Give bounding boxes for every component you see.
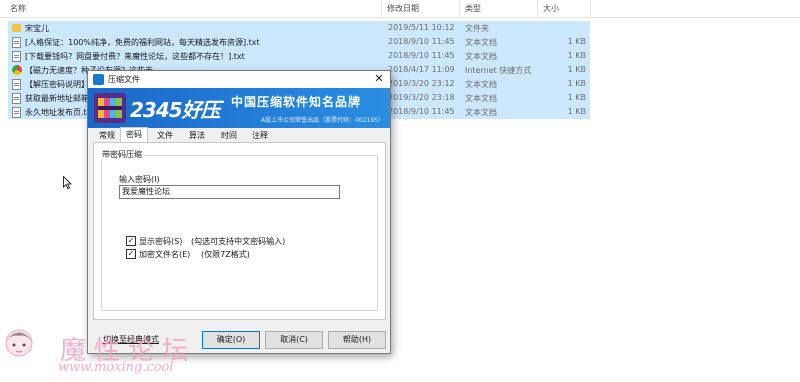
- column-name[interactable]: 名称: [10, 3, 26, 14]
- file-type: 文本文档: [465, 38, 497, 47]
- close-icon[interactable]: ✕: [372, 72, 386, 86]
- file-type: 文本文档: [465, 108, 497, 117]
- show-password-label[interactable]: 显示密码(S): [139, 236, 182, 247]
- text-file-icon: [12, 79, 21, 90]
- banner-subtitle: A股上市公司荣誉出品（股票代码：002195）: [260, 117, 384, 124]
- internet-shortcut-icon: [12, 65, 22, 75]
- dialog-title: 压缩文件: [108, 75, 140, 84]
- encrypt-filenames-checkbox[interactable]: ✓: [126, 249, 136, 259]
- show-password-hint: (勾选可支持中文密码输入): [191, 237, 286, 246]
- zip-logo-icon: [94, 93, 126, 123]
- text-file-icon: [12, 51, 21, 62]
- file-type: 文本文档: [465, 94, 497, 103]
- file-size: 1 KB: [567, 93, 586, 102]
- column-header: 名称 修改日期 类型 大小: [0, 0, 800, 18]
- text-file-icon: [12, 37, 21, 48]
- file-date: 2018/9/10 11:45: [388, 107, 455, 116]
- column-size[interactable]: 大小: [543, 3, 559, 14]
- encrypt-filenames-label[interactable]: 加密文件名(E): [139, 249, 190, 260]
- file-size: 1 KB: [567, 51, 586, 60]
- cancel-button[interactable]: 取消(C): [265, 331, 323, 349]
- file-name: [下载要钱吗？网盘要付费？来魔性论坛，这些都不存在！].txt: [25, 52, 245, 61]
- banner-slogan: 中国压缩软件知名品牌: [231, 95, 362, 109]
- file-size: 1 KB: [567, 107, 586, 116]
- ok-button[interactable]: 确定(O): [202, 331, 260, 349]
- file-date: 2018/4/17 11:09: [388, 65, 455, 74]
- encrypt-filenames-hint: (仅限7Z格式): [201, 250, 250, 259]
- show-password-checkbox[interactable]: ✓: [126, 236, 136, 246]
- banner-brand: 2345好压: [130, 98, 221, 122]
- dialog-titlebar[interactable]: 压缩文件 ✕: [88, 71, 390, 88]
- text-file-icon: [12, 93, 21, 104]
- column-divider[interactable]: [459, 0, 460, 17]
- folder-icon: [12, 24, 21, 32]
- file-name: 永久地址发布页.txt: [25, 108, 95, 117]
- column-date[interactable]: 修改日期: [387, 3, 419, 14]
- text-file-icon: [12, 107, 21, 118]
- column-type[interactable]: 类型: [465, 3, 481, 14]
- file-name: 宋宝儿: [25, 24, 49, 33]
- mascot-watermark-icon: [5, 329, 33, 357]
- file-row[interactable]: 宋宝儿 2019/5/11 10:12 文件夹: [8, 21, 590, 35]
- password-label: 输入密码(I): [119, 175, 160, 184]
- mouse-cursor-icon: [63, 176, 72, 189]
- compress-dialog: 压缩文件 ✕ 2345好压 中国压缩软件知名品牌 A股上市公司荣誉出品（股票代码…: [87, 70, 391, 354]
- password-panel: 带密码压缩: [93, 142, 386, 320]
- file-date: 2018/9/10 11:45: [388, 51, 455, 60]
- group-title: 带密码压缩: [100, 149, 144, 160]
- file-name: [人格保证：100%纯净，免费的福利网站，每天精选发布资源].txt: [25, 38, 260, 47]
- app-icon: [93, 74, 104, 85]
- file-date: 2018/9/10 11:45: [388, 37, 455, 46]
- brand-banner: 2345好压 中国压缩软件知名品牌 A股上市公司荣誉出品（股票代码：002195…: [88, 88, 390, 128]
- file-date: 2019/3/20 23:12: [388, 79, 455, 88]
- column-divider[interactable]: [537, 0, 538, 17]
- password-input[interactable]: 我爱魔性论坛: [119, 185, 340, 199]
- file-size: 1 KB: [567, 37, 586, 46]
- column-divider[interactable]: [590, 0, 591, 17]
- file-name: 【解压密码说明】: [25, 80, 89, 89]
- file-type: Internet 快捷方式: [465, 66, 532, 75]
- file-type: 文本文档: [465, 80, 497, 89]
- file-type: 文件夹: [465, 24, 489, 33]
- file-row[interactable]: [下载要钱吗？网盘要付费？来魔性论坛，这些都不存在！].txt 2018/9/1…: [8, 49, 590, 63]
- file-size: 1 KB: [567, 65, 586, 74]
- file-row[interactable]: [人格保证：100%纯净，免费的福利网站，每天精选发布资源].txt 2018/…: [8, 35, 590, 49]
- watermark-url: www.moxing.cool: [58, 360, 174, 375]
- file-size: 1 KB: [567, 79, 586, 88]
- file-date: 2019/3/20 23:18: [388, 93, 455, 102]
- column-divider[interactable]: [381, 0, 382, 17]
- file-name: 获取最新地址邮箱: [25, 94, 89, 103]
- file-date: 2019/5/11 10:12: [388, 23, 455, 32]
- help-button[interactable]: 帮助(H): [328, 331, 386, 349]
- file-type: 文本文档: [465, 52, 497, 61]
